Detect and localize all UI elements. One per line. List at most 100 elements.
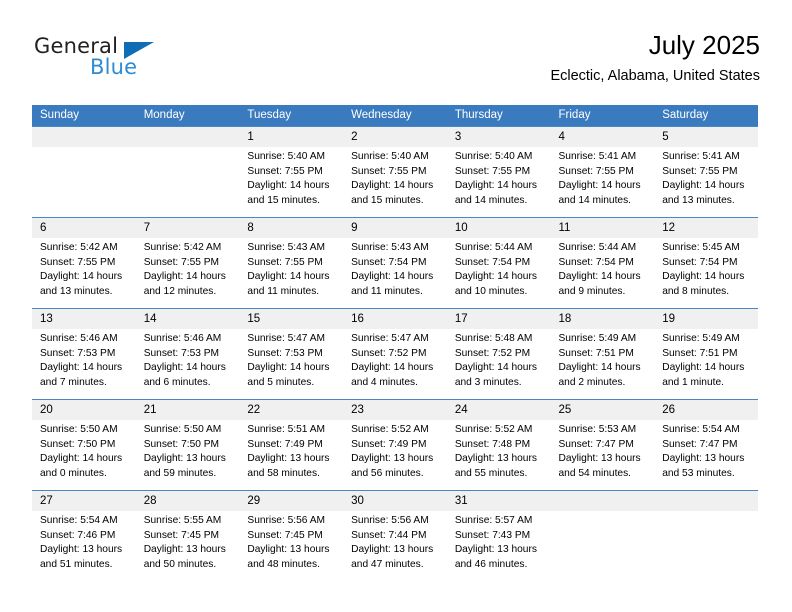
sunrise-text: Sunrise: 5:49 AM xyxy=(662,333,740,344)
daylight-text-line1: Daylight: 14 hours xyxy=(40,362,123,374)
calendar-day-cell[interactable]: 27 Sunrise: 5:54 AM Sunset: 7:46 PM Dayligh… xyxy=(32,490,136,581)
day-number: 31 xyxy=(446,491,551,511)
sunset-text: Sunset: 7:53 PM xyxy=(143,347,220,359)
calendar-day-cell[interactable]: 25 Sunrise: 5:53 AM Sunset: 7:47 PM Dayligh… xyxy=(550,399,655,491)
calendar-day-cell[interactable]: 9 Sunrise: 5:43 AM Sunset: 7:54 PM Daylight… xyxy=(343,217,447,309)
sunrise-text: Sunrise: 5:56 AM xyxy=(351,515,429,526)
calendar-week-row: 1 Sunrise: 5:40 AM Sunset: 7:55 PM Daylight… xyxy=(32,126,758,218)
calendar-day-cell[interactable]: 23 Sunrise: 5:52 AM Sunset: 7:49 PM Dayligh… xyxy=(343,399,447,491)
sunset-text: Sunset: 7:54 PM xyxy=(454,256,531,268)
day-number: 21 xyxy=(135,400,240,420)
calendar-day-cell[interactable]: 11 Sunrise: 5:44 AM Sunset: 7:54 PM Dayligh… xyxy=(550,217,655,309)
sunset-text: Sunset: 7:51 PM xyxy=(662,347,738,359)
sunrise-text: Sunrise: 5:53 AM xyxy=(558,424,637,435)
day-details: Sunrise: 5:41 AM Sunset: 7:55 PM Daylight:… xyxy=(654,147,758,208)
sunrise-text: Sunrise: 5:42 AM xyxy=(143,242,222,253)
daylight-text-line2: and 46 minutes. xyxy=(454,558,528,570)
calendar-day-cell[interactable]: 10 Sunrise: 5:44 AM Sunset: 7:54 PM Dayligh… xyxy=(446,217,551,309)
day-details: Sunrise: 5:42 AM Sunset: 7:55 PM Daylight:… xyxy=(136,238,240,299)
sunset-text: Sunset: 7:55 PM xyxy=(558,165,634,177)
calendar-day-cell[interactable]: 7 Sunrise: 5:42 AM Sunset: 7:55 PM Daylight… xyxy=(135,217,240,309)
day-number: 25 xyxy=(550,400,655,420)
day-details: Sunrise: 5:47 AM Sunset: 7:52 PM Daylight:… xyxy=(343,329,447,390)
calendar-day-cell[interactable]: 14 Sunrise: 5:46 AM Sunset: 7:53 PM Dayligh… xyxy=(135,308,240,400)
calendar-day-cell[interactable]: 31 Sunrise: 5:57 AM Sunset: 7:43 PM Dayligh… xyxy=(446,490,551,581)
daylight-text-line2: and 59 minutes. xyxy=(143,467,217,479)
sunrise-text: Sunrise: 5:40 AM xyxy=(351,151,429,162)
day-details: Sunrise: 5:57 AM Sunset: 7:43 PM Daylight:… xyxy=(447,511,551,572)
calendar-day-cell[interactable]: 16 Sunrise: 5:47 AM Sunset: 7:52 PM Dayligh… xyxy=(343,308,447,400)
sunrise-text: Sunrise: 5:51 AM xyxy=(247,424,325,435)
day-number: 24 xyxy=(446,400,551,420)
day-number xyxy=(654,491,758,511)
sunset-text: Sunset: 7:51 PM xyxy=(558,347,634,359)
daylight-text-line1: Daylight: 13 hours xyxy=(247,544,330,556)
daylight-text-line2: and 11 minutes. xyxy=(247,285,320,297)
day-number: 2 xyxy=(343,127,447,147)
calendar-day-cell[interactable]: 20 Sunrise: 5:50 AM Sunset: 7:50 PM Dayligh… xyxy=(32,399,136,491)
daylight-text-line2: and 8 minutes. xyxy=(662,285,730,297)
sunrise-text: Sunrise: 5:43 AM xyxy=(351,242,429,253)
day-number: 11 xyxy=(550,218,655,238)
calendar-day-cell[interactable]: 24 Sunrise: 5:52 AM Sunset: 7:48 PM Dayligh… xyxy=(446,399,551,491)
calendar-day-cell[interactable]: 26 Sunrise: 5:54 AM Sunset: 7:47 PM Dayligh… xyxy=(654,399,758,491)
calendar-cell-empty xyxy=(550,490,655,581)
sunrise-text: Sunrise: 5:55 AM xyxy=(143,515,222,526)
daylight-text-line1: Daylight: 13 hours xyxy=(454,453,537,465)
sunset-text: Sunset: 7:55 PM xyxy=(143,256,220,268)
calendar-day-cell[interactable]: 30 Sunrise: 5:56 AM Sunset: 7:44 PM Dayligh… xyxy=(343,490,447,581)
day-details: Sunrise: 5:49 AM Sunset: 7:51 PM Daylight:… xyxy=(654,329,758,390)
calendar-week-row: 27 Sunrise: 5:54 AM Sunset: 7:46 PM Dayligh… xyxy=(32,490,758,581)
daylight-text-line2: and 55 minutes. xyxy=(454,467,528,479)
daylight-text-line2: and 11 minutes. xyxy=(351,285,423,297)
day-details: Sunrise: 5:56 AM Sunset: 7:44 PM Daylight:… xyxy=(343,511,447,572)
weekday-header-saturday: Saturday xyxy=(654,105,758,127)
calendar-day-cell[interactable]: 8 Sunrise: 5:43 AM Sunset: 7:55 PM Daylight… xyxy=(239,217,344,309)
daylight-text-line1: Daylight: 14 hours xyxy=(247,362,330,374)
calendar-day-cell[interactable]: 28 Sunrise: 5:55 AM Sunset: 7:45 PM Dayligh… xyxy=(135,490,240,581)
calendar-day-cell[interactable]: 1 Sunrise: 5:40 AM Sunset: 7:55 PM Daylight… xyxy=(239,126,344,218)
day-details: Sunrise: 5:52 AM Sunset: 7:49 PM Daylight:… xyxy=(343,420,447,481)
calendar-day-cell[interactable]: 19 Sunrise: 5:49 AM Sunset: 7:51 PM Dayligh… xyxy=(654,308,758,400)
day-details: Sunrise: 5:42 AM Sunset: 7:55 PM Daylight:… xyxy=(32,238,136,299)
calendar-day-cell[interactable]: 15 Sunrise: 5:47 AM Sunset: 7:53 PM Dayligh… xyxy=(239,308,344,400)
day-details: Sunrise: 5:55 AM Sunset: 7:45 PM Daylight:… xyxy=(136,511,240,572)
calendar-day-cell[interactable]: 4 Sunrise: 5:41 AM Sunset: 7:55 PM Daylight… xyxy=(550,126,655,218)
day-number: 15 xyxy=(239,309,344,329)
day-details: Sunrise: 5:54 AM Sunset: 7:46 PM Daylight:… xyxy=(32,511,136,572)
day-number: 9 xyxy=(343,218,447,238)
general-blue-logo[interactable]: General Blue xyxy=(32,34,232,90)
day-number: 27 xyxy=(32,491,136,511)
sunset-text: Sunset: 7:54 PM xyxy=(558,256,634,268)
daylight-text-line1: Daylight: 14 hours xyxy=(143,362,226,374)
calendar-day-cell[interactable]: 3 Sunrise: 5:40 AM Sunset: 7:55 PM Daylight… xyxy=(446,126,551,218)
calendar-day-cell[interactable]: 6 Sunrise: 5:42 AM Sunset: 7:55 PM Daylight… xyxy=(32,217,136,309)
calendar-day-cell[interactable]: 2 Sunrise: 5:40 AM Sunset: 7:55 PM Daylight… xyxy=(343,126,447,218)
sunset-text: Sunset: 7:54 PM xyxy=(351,256,427,268)
day-details: Sunrise: 5:50 AM Sunset: 7:50 PM Daylight:… xyxy=(32,420,136,481)
page-title: July 2025 xyxy=(648,30,760,60)
daylight-text-line2: and 56 minutes. xyxy=(351,467,424,479)
calendar-day-cell[interactable]: 12 Sunrise: 5:45 AM Sunset: 7:54 PM Dayligh… xyxy=(654,217,758,309)
title-block: July 2025 Eclectic, Alabama, United Stat… xyxy=(550,30,760,85)
calendar-day-cell[interactable]: 13 Sunrise: 5:46 AM Sunset: 7:53 PM Dayligh… xyxy=(32,308,136,400)
daylight-text-line1: Daylight: 14 hours xyxy=(454,180,537,192)
day-number: 12 xyxy=(654,218,758,238)
sunrise-text: Sunrise: 5:42 AM xyxy=(40,242,118,253)
calendar-week-row: 20 Sunrise: 5:50 AM Sunset: 7:50 PM Dayligh… xyxy=(32,399,758,491)
calendar-day-cell[interactable]: 29 Sunrise: 5:56 AM Sunset: 7:45 PM Dayligh… xyxy=(239,490,344,581)
calendar-day-cell[interactable]: 17 Sunrise: 5:48 AM Sunset: 7:52 PM Dayligh… xyxy=(446,308,551,400)
daylight-text-line1: Daylight: 13 hours xyxy=(247,453,330,465)
sunset-text: Sunset: 7:50 PM xyxy=(143,438,220,450)
day-number: 5 xyxy=(654,127,758,147)
sunset-text: Sunset: 7:55 PM xyxy=(40,256,116,268)
calendar-day-cell[interactable]: 18 Sunrise: 5:49 AM Sunset: 7:51 PM Dayligh… xyxy=(550,308,655,400)
day-details: Sunrise: 5:48 AM Sunset: 7:52 PM Daylight:… xyxy=(447,329,551,390)
day-details: Sunrise: 5:54 AM Sunset: 7:47 PM Daylight:… xyxy=(654,420,758,481)
calendar-day-cell[interactable]: 5 Sunrise: 5:41 AM Sunset: 7:55 PM Daylight… xyxy=(654,126,758,218)
sunset-text: Sunset: 7:55 PM xyxy=(454,165,531,177)
calendar-day-cell[interactable]: 22 Sunrise: 5:51 AM Sunset: 7:49 PM Dayligh… xyxy=(239,399,344,491)
day-details: Sunrise: 5:50 AM Sunset: 7:50 PM Daylight:… xyxy=(136,420,240,481)
weekday-header-monday: Monday xyxy=(135,105,240,127)
calendar-day-cell[interactable]: 21 Sunrise: 5:50 AM Sunset: 7:50 PM Dayligh… xyxy=(135,399,240,491)
